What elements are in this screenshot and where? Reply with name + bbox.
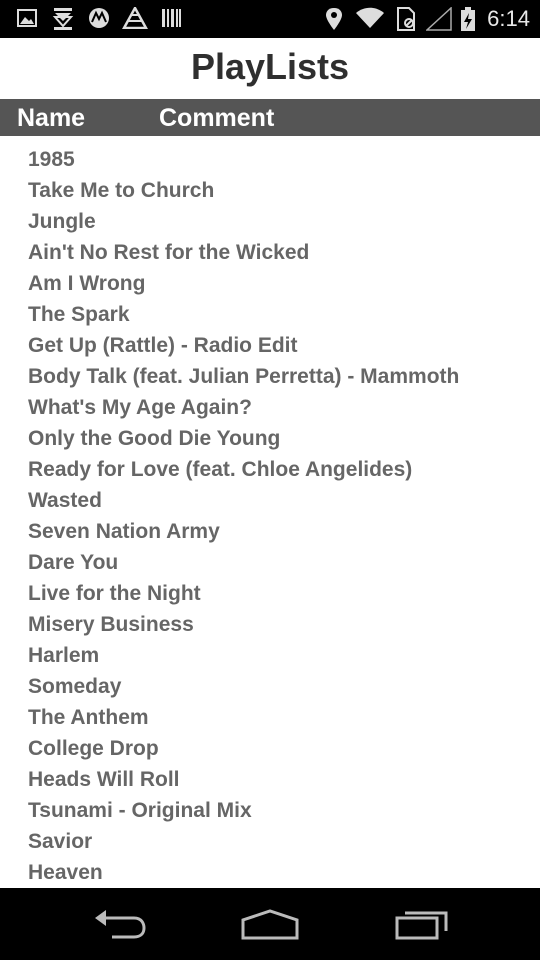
wifi-icon — [356, 7, 384, 28]
home-icon[interactable] — [240, 906, 300, 942]
cell-tower-icon — [122, 7, 148, 29]
list-item[interactable]: Only the Good Die Young — [28, 423, 280, 454]
list-item[interactable]: College Drop — [28, 733, 159, 764]
list-item[interactable]: Get Up (Rattle) - Radio Edit — [28, 330, 298, 361]
list-item[interactable]: What's My Age Again? — [28, 392, 252, 423]
list-item[interactable]: Dare You — [28, 547, 118, 578]
page-title: PlayLists — [190, 46, 350, 87]
playlist-list[interactable]: 1985 Take Me to Church Jungle Ain't No R… — [0, 136, 540, 888]
status-time: 6:14 — [487, 6, 530, 31]
back-icon[interactable] — [92, 906, 148, 942]
navigation-bar — [0, 888, 540, 960]
image-icon — [17, 9, 37, 27]
list-item[interactable]: Ready for Love (feat. Chloe Angelides) — [28, 454, 412, 485]
list-item[interactable]: Tsunami - Original Mix — [28, 795, 252, 826]
column-header-name[interactable]: Name — [17, 104, 85, 133]
list-item[interactable]: Take Me to Church — [28, 175, 214, 206]
list-item[interactable]: Heaven — [28, 857, 103, 888]
download-icon — [52, 8, 74, 30]
list-item[interactable]: 1985 — [28, 144, 75, 175]
list-item[interactable]: Heads Will Roll — [28, 764, 180, 795]
sim-icon — [397, 7, 415, 31]
list-item[interactable]: Savior — [28, 826, 92, 857]
list-item[interactable]: The Spark — [28, 299, 130, 330]
recent-apps-icon[interactable] — [394, 906, 450, 942]
column-header-bar: Name Comment — [0, 99, 540, 136]
battery-icon — [461, 7, 475, 31]
signal-icon — [426, 7, 452, 31]
list-item[interactable]: Am I Wrong — [28, 268, 145, 299]
list-item[interactable]: The Anthem — [28, 702, 149, 733]
list-item[interactable]: Ain't No Rest for the Wicked — [28, 237, 309, 268]
list-item[interactable]: Wasted — [28, 485, 102, 516]
list-item[interactable]: Live for the Night — [28, 578, 201, 609]
motorola-icon — [89, 8, 109, 28]
barcode-icon — [162, 9, 181, 27]
list-item[interactable]: Misery Business — [28, 609, 194, 640]
status-bar: 6:14 — [0, 0, 540, 38]
list-item[interactable]: Seven Nation Army — [28, 516, 220, 547]
list-item[interactable]: Harlem — [28, 640, 99, 671]
list-item[interactable]: Someday — [28, 671, 121, 702]
location-icon — [326, 8, 342, 30]
column-header-comment[interactable]: Comment — [159, 104, 274, 133]
list-item[interactable]: Body Talk (feat. Julian Perretta) - Mamm… — [28, 361, 459, 392]
list-item[interactable]: Jungle — [28, 206, 96, 237]
